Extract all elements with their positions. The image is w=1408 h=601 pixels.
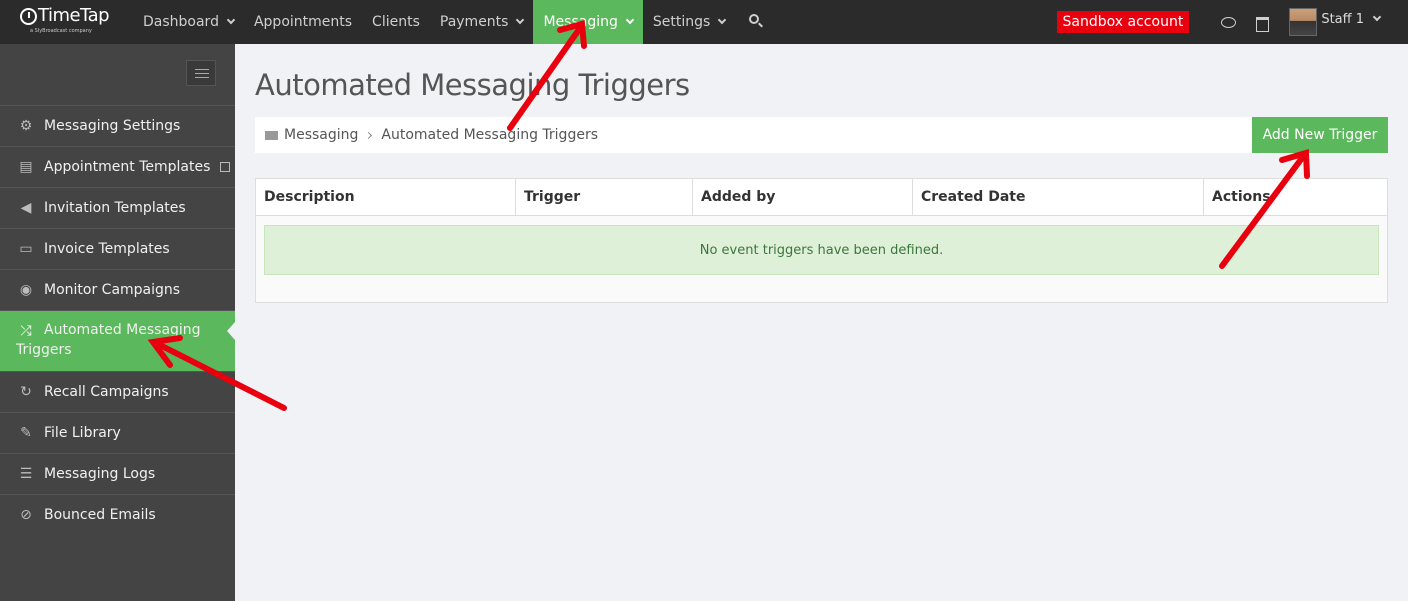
sandbox-badge: Sandbox account xyxy=(1056,11,1190,33)
nav-messaging-label: Messaging xyxy=(543,14,618,30)
nav-dashboard-label: Dashboard xyxy=(143,14,219,30)
chevron-down-icon xyxy=(625,15,635,25)
book-icon: ▤ xyxy=(19,159,33,175)
search-icon[interactable] xyxy=(735,0,775,44)
sidebar-item-recall-campaigns[interactable]: ↻ Recall Campaigns xyxy=(0,371,235,412)
sidebar-item-messaging-logs[interactable]: ☰ Messaging Logs xyxy=(0,453,235,494)
sidebar-menu: ⚙ Messaging Settings ▤ Appointment Templ… xyxy=(0,105,235,535)
menu-toggle-icon[interactable] xyxy=(186,60,216,86)
paperclip-icon: ✎ xyxy=(20,425,32,441)
sidebar-item-label: Recall Campaigns xyxy=(44,384,169,400)
column-header-added-by[interactable]: Added by xyxy=(693,179,913,215)
sidebar-item-messaging-settings[interactable]: ⚙ Messaging Settings xyxy=(0,105,235,146)
top-navbar: TimeTap a SlyBroadcast company Dashboard… xyxy=(0,0,1408,44)
avatar[interactable] xyxy=(1289,8,1318,36)
sidebar-item-file-library[interactable]: ✎ File Library xyxy=(0,412,235,453)
nav-payments-label: Payments xyxy=(439,14,509,30)
sidebar-item-label: Appointment Templates xyxy=(44,159,211,175)
sidebar-item-automated-messaging-triggers[interactable]: ⤮ Automated Messaging Triggers xyxy=(0,310,235,371)
nav-clients[interactable]: Clients xyxy=(362,0,430,44)
top-right-area: Sandbox account Staff 1 xyxy=(1056,0,1408,44)
column-header-created-date[interactable]: Created Date xyxy=(913,179,1204,215)
sidebar: ⚙ Messaging Settings ▤ Appointment Templ… xyxy=(0,44,235,601)
add-new-trigger-button[interactable]: Add New Trigger xyxy=(1252,117,1388,153)
nav-clients-label: Clients xyxy=(372,14,420,30)
sidebar-item-invitation-templates[interactable]: ◀ Invitation Templates xyxy=(0,187,235,228)
logo-text: TimeTap xyxy=(38,5,110,26)
refresh-icon: ↻ xyxy=(20,384,32,400)
chevron-down-icon xyxy=(226,15,236,25)
sidebar-item-monitor-campaigns[interactable]: ◉ Monitor Campaigns xyxy=(0,269,235,310)
timetap-logo[interactable]: TimeTap a SlyBroadcast company xyxy=(0,0,128,44)
nav-payments[interactable]: Payments xyxy=(430,0,534,44)
nav-messaging[interactable]: Messaging xyxy=(533,0,643,44)
breadcrumb-messaging-link[interactable]: Messaging xyxy=(284,127,358,143)
user-name: Staff 1 xyxy=(1321,11,1364,27)
breadcrumb-bar: Messaging Automated Messaging Triggers A… xyxy=(255,117,1388,153)
nav-appointments[interactable]: Appointments xyxy=(244,0,362,44)
chat-icon[interactable] xyxy=(1211,0,1245,44)
chevron-down-icon xyxy=(1372,12,1382,22)
chevron-down-icon xyxy=(718,15,727,25)
column-header-description[interactable]: Description xyxy=(256,179,516,215)
cogs-icon: ⚙ xyxy=(19,118,33,134)
column-header-actions: Actions xyxy=(1212,189,1271,205)
nav-appointments-label: Appointments xyxy=(253,14,353,30)
nav-settings-label: Settings xyxy=(652,14,711,30)
empty-state-message: No event triggers have been defined. xyxy=(264,225,1379,275)
sidebar-item-label: File Library xyxy=(44,425,121,441)
sidebar-item-invoice-templates[interactable]: ▭ Invoice Templates xyxy=(0,228,235,269)
breadcrumb: Messaging Automated Messaging Triggers xyxy=(265,127,598,143)
bullhorn-icon: ◀ xyxy=(20,200,32,216)
sidebar-item-bounced-emails[interactable]: ⊘ Bounced Emails xyxy=(0,494,235,535)
list-icon: ☰ xyxy=(19,466,33,482)
user-menu[interactable]: Staff 1 xyxy=(1321,12,1408,27)
sidebar-item-appointment-templates[interactable]: ▤ Appointment Templates xyxy=(0,146,235,187)
nav-settings[interactable]: Settings xyxy=(643,0,735,44)
ban-icon: ⊘ xyxy=(20,507,32,523)
credit-card-icon: ▭ xyxy=(19,241,33,257)
chevron-down-icon xyxy=(516,15,525,25)
shuffle-icon: ⤮ xyxy=(20,323,32,339)
column-header-trigger[interactable]: Trigger xyxy=(516,179,693,215)
breadcrumb-current: Automated Messaging Triggers xyxy=(381,127,598,143)
chevron-right-icon xyxy=(365,131,373,139)
sidebar-item-label: Messaging Settings xyxy=(44,118,181,134)
logo-subtext: a SlyBroadcast company xyxy=(30,28,92,34)
page-title: Automated Messaging Triggers xyxy=(255,68,690,102)
sidebar-item-label: Bounced Emails xyxy=(44,507,156,523)
sidebar-item-label: Monitor Campaigns xyxy=(44,282,181,298)
eye-icon: ◉ xyxy=(19,282,33,298)
table-header: Description Trigger Added by Created Dat… xyxy=(256,179,1387,216)
clock-icon xyxy=(20,8,37,25)
sidebar-item-label: Invitation Templates xyxy=(44,200,186,216)
triggers-table: Description Trigger Added by Created Dat… xyxy=(255,178,1388,303)
envelope-icon xyxy=(265,130,278,140)
sidebar-item-label: Messaging Logs xyxy=(44,466,156,482)
sidebar-item-label: Automated Messaging Triggers xyxy=(16,322,201,358)
square-icon xyxy=(220,162,231,172)
sidebar-item-label: Invoice Templates xyxy=(44,241,170,257)
nav-dashboard[interactable]: Dashboard xyxy=(128,0,244,44)
calendar-icon[interactable] xyxy=(1245,0,1279,44)
